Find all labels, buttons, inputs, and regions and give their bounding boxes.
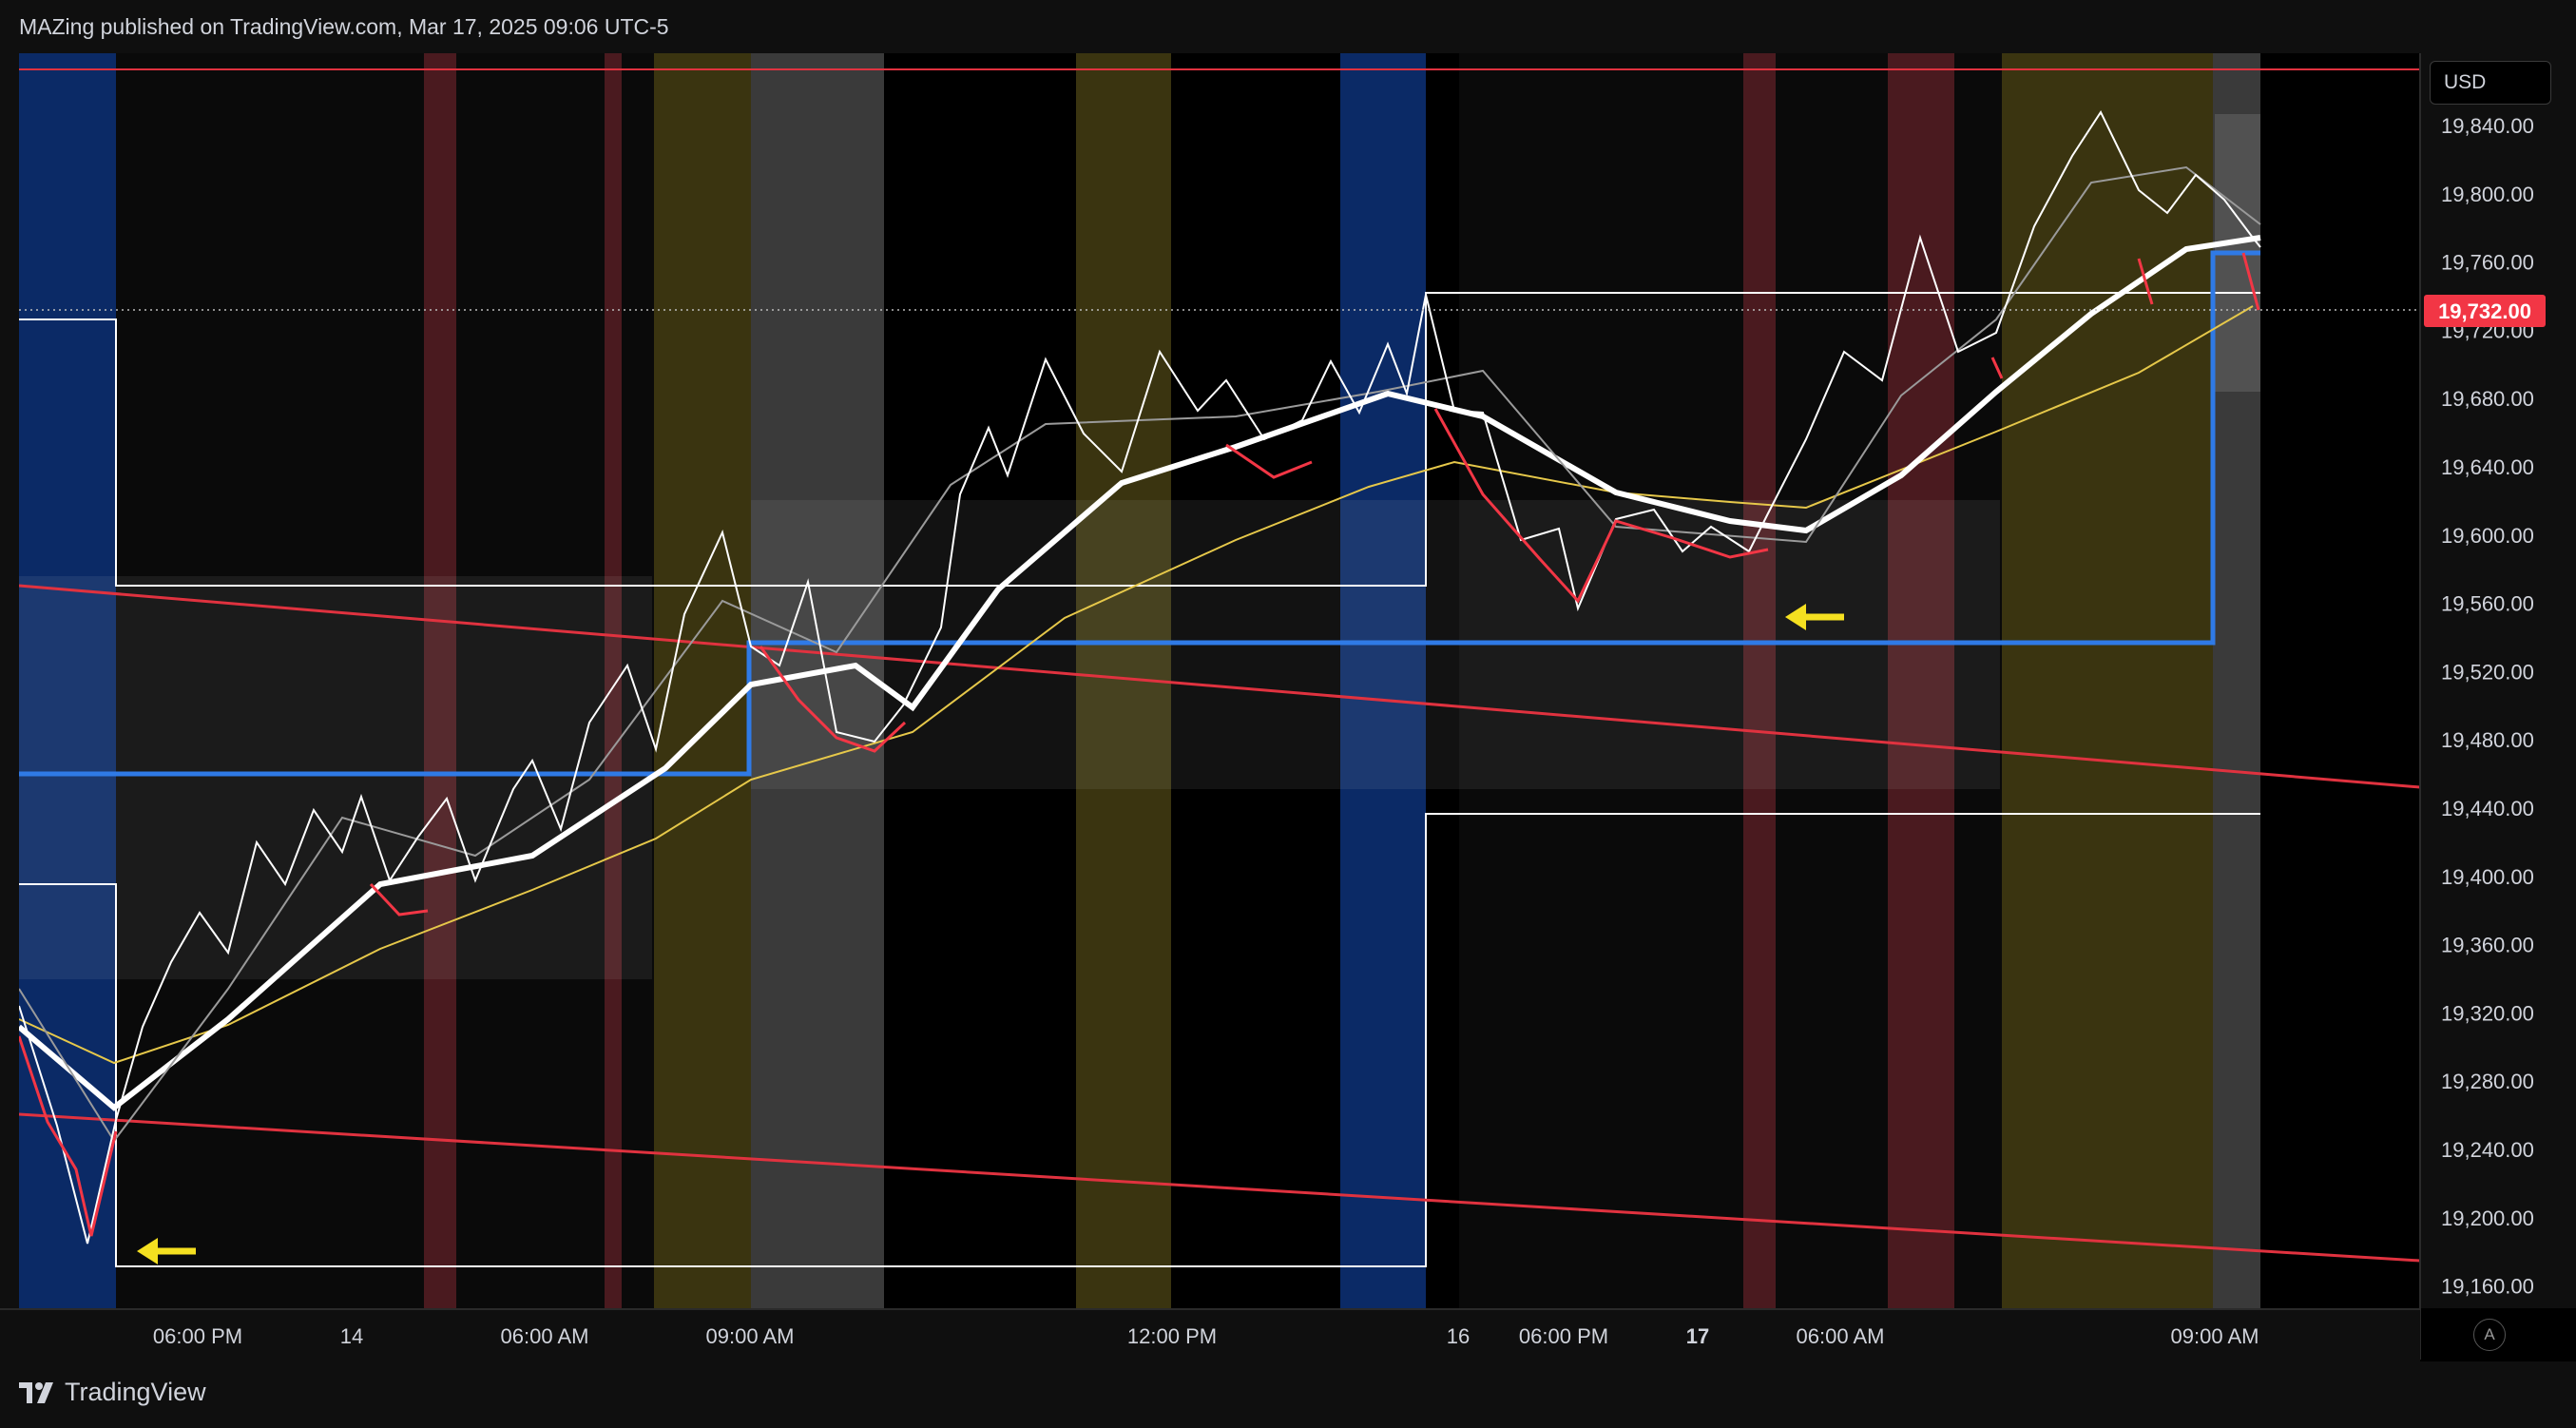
price-axis-label: 19,320.00 <box>2441 1001 2534 1025</box>
svg-text:19,732.00: 19,732.00 <box>2438 299 2531 323</box>
price-axis-label: 19,800.00 <box>2441 183 2534 206</box>
price-axis-label: 19,600.00 <box>2441 524 2534 548</box>
chart-footer <box>0 1361 2576 1428</box>
tradingview-brand: TradingView <box>65 1378 206 1406</box>
price-axis-label: 19,160.00 <box>2441 1275 2534 1299</box>
price-axis-label: 19,200.00 <box>2441 1206 2534 1230</box>
price-axis-label: 19,240.00 <box>2441 1138 2534 1162</box>
price-axis-label: 19,560.00 <box>2441 592 2534 616</box>
time-axis-label: 06:00 AM <box>501 1324 589 1348</box>
price-axis-label: 19,480.00 <box>2441 728 2534 752</box>
tradingview-logo-icon <box>19 1381 53 1403</box>
price-axis-label: 19,760.00 <box>2441 251 2534 275</box>
time-axis-label: 17 <box>1686 1324 1709 1348</box>
price-axis-label: 19,640.00 <box>2441 455 2534 479</box>
time-axis-label: 12:00 PM <box>1127 1324 1217 1348</box>
chart-canvas[interactable]: 19,840.0019,800.0019,760.0019,720.0019,6… <box>0 0 2576 1428</box>
time-axis-label: 06:00 PM <box>1519 1324 1608 1348</box>
price-axis-label: 19,400.00 <box>2441 865 2534 889</box>
price-axis-label: 19,440.00 <box>2441 797 2534 820</box>
tradingview-logo[interactable]: TradingView <box>19 1378 206 1407</box>
auto-scale-button[interactable]: A <box>2473 1319 2506 1351</box>
currency-label: USD <box>2444 71 2487 93</box>
time-axis-label: 06:00 PM <box>153 1324 242 1348</box>
time-axis-label: 06:00 AM <box>1797 1324 1885 1348</box>
currency-selector[interactable]: USD <box>2430 61 2551 105</box>
time-axis-label: 14 <box>340 1324 363 1348</box>
price-axis-label: 19,840.00 <box>2441 114 2534 138</box>
time-axis-label: 09:00 AM <box>706 1324 795 1348</box>
time-axis-label: 16 <box>1447 1324 1470 1348</box>
price-axis-label: 19,360.00 <box>2441 934 2534 957</box>
current-price-tag: 19,732.00 <box>2424 295 2546 327</box>
price-axis-label: 19,280.00 <box>2441 1070 2534 1093</box>
time-axis-label: 09:00 AM <box>2171 1324 2259 1348</box>
price-axis-label: 19,680.00 <box>2441 387 2534 411</box>
price-axis-label: 19,520.00 <box>2441 660 2534 684</box>
